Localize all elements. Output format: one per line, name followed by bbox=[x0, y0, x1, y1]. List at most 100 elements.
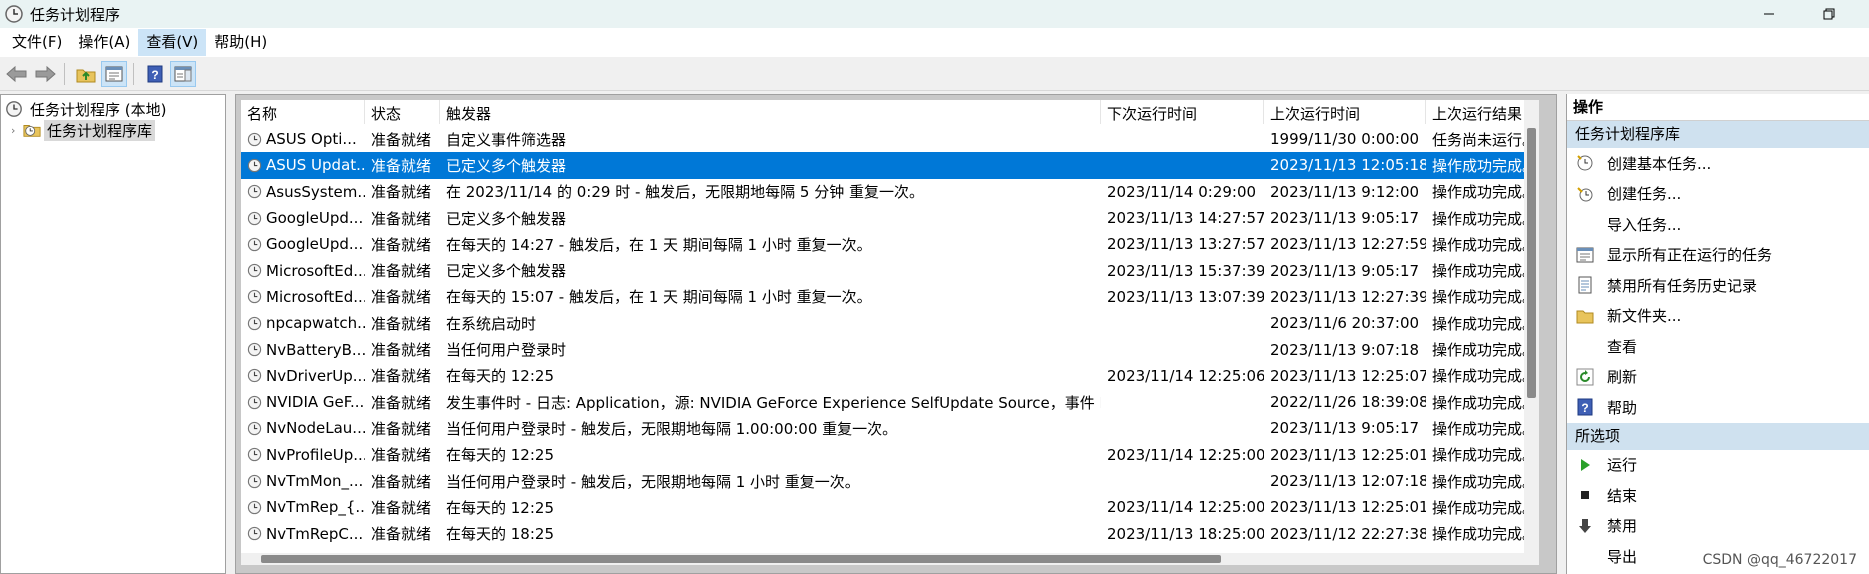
clock-icon bbox=[6, 101, 22, 117]
table-row[interactable]: ASUS Updat... 准备就绪 已定义多个触发器 2023/11/13 12:0… bbox=[241, 152, 1539, 179]
table-row[interactable]: GoogleUpd... 准备就绪 已定义多个触发器 2023/11/13 14:27… bbox=[241, 205, 1539, 231]
show-action-pane-button[interactable] bbox=[170, 60, 196, 87]
back-button[interactable] bbox=[4, 61, 30, 87]
blank-icon bbox=[1575, 546, 1595, 566]
task-last-run: 2023/11/13 12:25:07 bbox=[1270, 366, 1426, 385]
action-library-2[interactable]: 导入任务... bbox=[1567, 209, 1869, 240]
menu-action[interactable]: 操作(A) bbox=[70, 29, 138, 56]
minimize-button[interactable] bbox=[1746, 0, 1792, 28]
column-header-last-run[interactable]: 上次运行时间 bbox=[1264, 100, 1426, 124]
menu-view[interactable]: 查看(V) bbox=[138, 29, 207, 56]
action-selected-1[interactable]: 结束 bbox=[1567, 480, 1869, 511]
task-name: NvDriverUp... bbox=[266, 366, 365, 385]
task-grid: 名称 状态 触发器 下次运行时间 上次运行时间 上次运行结果 ASUS Opti… bbox=[241, 100, 1539, 565]
action-label: 创建基本任务... bbox=[1607, 154, 1712, 173]
task-last-result: 操作成功完成。 bbox=[1432, 472, 1538, 491]
table-row[interactable]: MicrosoftEd... 准备就绪 在每天的 15:07 - 触发后，在 1 天… bbox=[241, 284, 1539, 310]
task-name: NvTmRepC... bbox=[266, 524, 364, 543]
task-last-run: 2023/11/13 12:27:59 bbox=[1270, 235, 1426, 254]
create-basic-task-icon bbox=[1575, 153, 1595, 173]
action-selected-2[interactable]: 禁用 bbox=[1567, 511, 1869, 542]
task-status: 准备就绪 bbox=[371, 525, 432, 544]
actions-section-library[interactable]: 任务计划程序库 bbox=[1567, 121, 1869, 148]
action-library-0[interactable]: 创建基本任务... bbox=[1567, 148, 1869, 179]
column-header-trigger[interactable]: 触发器 bbox=[440, 100, 1101, 124]
column-header-next-run[interactable]: 下次运行时间 bbox=[1101, 100, 1264, 124]
task-name: NvNodeLau... bbox=[266, 419, 365, 438]
table-row[interactable]: AsusSystem... 准备就绪在 2023/11/14 的 0:29 时 -… bbox=[241, 179, 1539, 205]
action-library-8[interactable]: ? 帮助 bbox=[1567, 392, 1869, 423]
table-row[interactable]: MicrosoftEd... 准备就绪 已定义多个触发器 2023/11/13 15:… bbox=[241, 257, 1539, 283]
task-name-cell: NvProfileUp... bbox=[241, 446, 365, 464]
column-header-name[interactable]: 名称 bbox=[241, 100, 365, 124]
table-row[interactable]: NvTmMon_... 准备就绪 当任何用户登录时 - 触发后，无限期地每隔 1 小… bbox=[241, 468, 1539, 494]
task-last-result: 操作成功完成。 bbox=[1432, 446, 1538, 465]
action-library-4[interactable]: 禁用所有任务历史记录 bbox=[1567, 270, 1869, 301]
action-library-3[interactable]: 显示所有正在运行的任务 bbox=[1567, 240, 1869, 271]
table-row[interactable]: NvDriverUp... 准备就绪 在每天的 12:25 2023/11/14 12… bbox=[241, 363, 1539, 389]
column-header-last-result[interactable]: 上次运行结果 bbox=[1426, 100, 1539, 124]
task-status: 准备就绪 bbox=[371, 130, 432, 149]
task-clock-icon bbox=[247, 290, 262, 304]
table-row[interactable]: GoogleUpd... 准备就绪 在每天的 14:27 - 触发后，在 1 天 期… bbox=[241, 231, 1539, 257]
vertical-scrollbar[interactable] bbox=[1524, 100, 1539, 565]
task-name-cell: ASUS Updat... bbox=[241, 156, 365, 174]
chevron-right-icon[interactable]: › bbox=[11, 124, 23, 137]
action-label: 显示所有正在运行的任务 bbox=[1607, 246, 1773, 265]
task-name: GoogleUpd... bbox=[266, 209, 364, 228]
restore-button[interactable] bbox=[1806, 0, 1852, 28]
menu-help[interactable]: 帮助(H) bbox=[206, 29, 275, 56]
table-row[interactable]: npcapwatch... 准备就绪 在系统启动时 2023/11/6 20:37:0… bbox=[241, 310, 1539, 336]
help-toolbar-button[interactable]: ? bbox=[142, 61, 168, 87]
task-last-run: 2023/11/13 9:05:17 bbox=[1270, 419, 1420, 438]
task-status: 准备就绪 bbox=[371, 393, 432, 412]
task-last-run: 2023/11/13 12:07:18 bbox=[1270, 472, 1426, 490]
action-library-5[interactable]: 新文件夹... bbox=[1567, 301, 1869, 332]
forward-button[interactable] bbox=[32, 61, 58, 87]
clock-icon bbox=[5, 5, 23, 23]
toolbar: ? bbox=[0, 57, 1869, 91]
table-row[interactable]: NvProfileUp... 准备就绪 在每天的 12:25 2023/11/14 1… bbox=[241, 442, 1539, 468]
table-row[interactable]: NvBatteryB... 准备就绪 当任何用户登录时 2023/11/13 9:07… bbox=[241, 336, 1539, 362]
actions-header: 操作 bbox=[1567, 94, 1869, 121]
task-clock-icon bbox=[247, 474, 262, 488]
task-name: ASUS Updat... bbox=[266, 156, 365, 175]
action-selected-0[interactable]: 运行 bbox=[1567, 450, 1869, 481]
watermark: CSDN @qq_46722017 bbox=[1702, 552, 1857, 568]
toolbar-separator bbox=[133, 62, 134, 85]
task-last-run: 1999/11/30 0:00:00 bbox=[1270, 130, 1420, 149]
horizontal-scrollbar[interactable] bbox=[241, 553, 1524, 565]
table-row[interactable]: ASUS Opti... 准备就绪 自定义事件筛选器 1999/11/30 0:00:… bbox=[241, 126, 1539, 152]
task-trigger: 在每天的 14:27 - 触发后，在 1 天 期间每隔 1 小时 重复一次。 bbox=[446, 235, 872, 254]
actions-section-selected[interactable]: 所选项 bbox=[1567, 422, 1869, 450]
task-trigger: 已定义多个触发器 bbox=[446, 209, 567, 228]
vertical-scroll-thumb[interactable] bbox=[1527, 128, 1536, 398]
action-library-6[interactable]: 查看 bbox=[1567, 331, 1869, 362]
action-library-1[interactable]: 创建任务... bbox=[1567, 179, 1869, 210]
show-tree-button[interactable] bbox=[101, 60, 127, 87]
table-row[interactable]: NvTmRep_{... 准备就绪 在每天的 12:25 2023/11/14 12:… bbox=[241, 494, 1539, 520]
task-last-result: 操作成功完成。 bbox=[1432, 156, 1538, 175]
action-library-7[interactable]: 刷新 bbox=[1567, 362, 1869, 393]
tree-library-label: 任务计划程序库 bbox=[44, 119, 156, 141]
task-name: GoogleUpd... bbox=[266, 235, 364, 254]
task-clock-icon bbox=[247, 316, 262, 330]
task-last-result: 操作成功完成。 bbox=[1432, 209, 1538, 228]
up-folder-button[interactable] bbox=[73, 61, 99, 87]
history-icon bbox=[1575, 275, 1595, 295]
task-name: MicrosoftEd... bbox=[266, 287, 365, 306]
task-name: NVIDIA GeF... bbox=[266, 393, 365, 412]
horizontal-scroll-thumb[interactable] bbox=[261, 555, 1221, 563]
table-row[interactable]: NvNodeLau... 准备就绪 当任何用户登录时 - 触发后，无限期地每隔 1.… bbox=[241, 415, 1539, 441]
table-row[interactable]: NVIDIA GeF... 准备就绪 发生事件时 - 日志: Application… bbox=[241, 389, 1539, 415]
task-trigger: 当任何用户登录时 - 触发后，无限期地每隔 1.00:00:00 重复一次。 bbox=[446, 419, 898, 438]
column-header-status[interactable]: 状态 bbox=[365, 100, 440, 124]
tree-library[interactable]: › 任务计划程序库 bbox=[11, 119, 156, 141]
task-status: 准备就绪 bbox=[371, 235, 432, 254]
table-row[interactable]: NvTmRepC... 准备就绪 在每天的 18:25 2023/11/13 18:2… bbox=[241, 520, 1539, 546]
task-status: 准备就绪 bbox=[371, 446, 432, 465]
task-grid-header: 名称 状态 触发器 下次运行时间 上次运行时间 上次运行结果 bbox=[241, 100, 1539, 124]
tree-root[interactable]: 任务计划程序 (本地) bbox=[5, 98, 169, 120]
task-last-result: 任务尚未运行。 bbox=[1432, 130, 1538, 149]
menu-file[interactable]: 文件(F) bbox=[4, 29, 70, 56]
